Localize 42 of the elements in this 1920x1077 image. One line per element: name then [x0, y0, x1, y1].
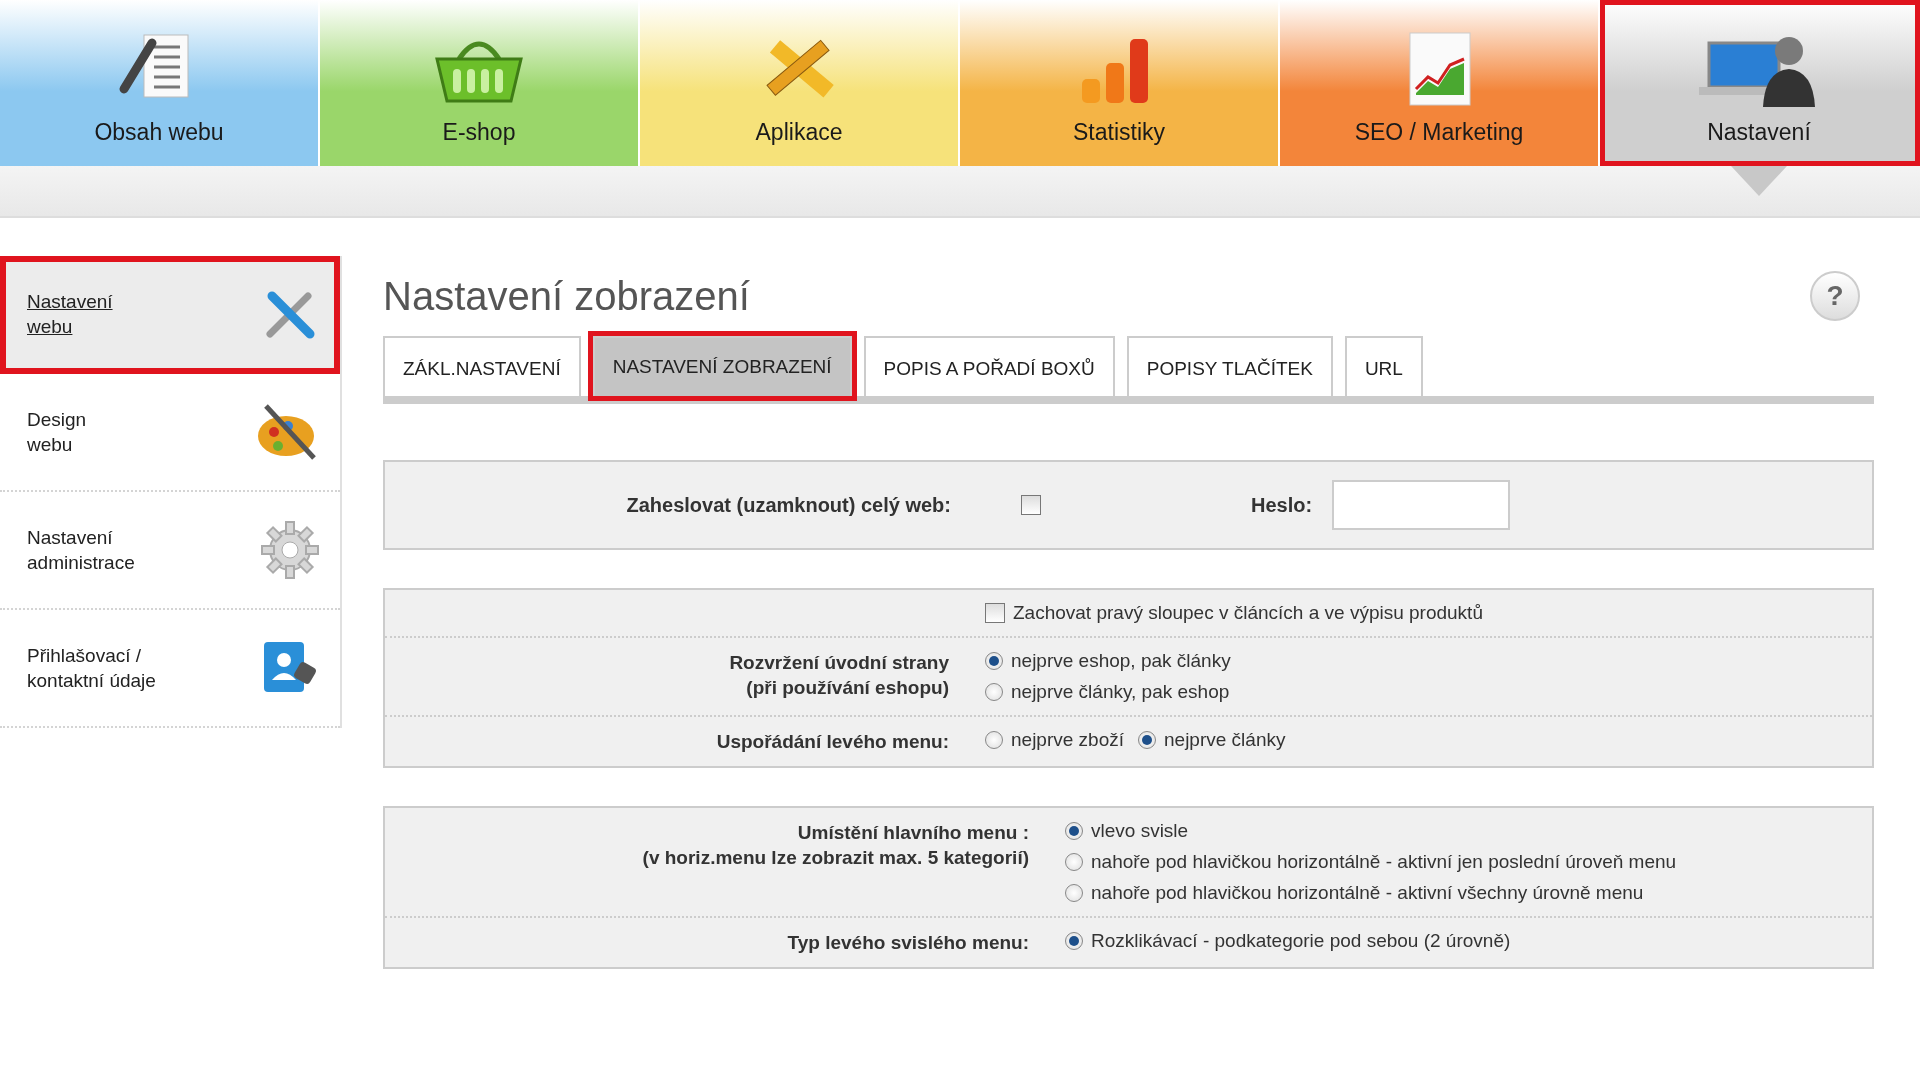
page-title: Nastavení zobrazení	[383, 273, 750, 319]
field-label: Rozvržení úvodní strany (při používání eshopu)	[728, 651, 950, 700]
radio-label: nahoře pod hlavičkou horizontálně - aktivní všechny úrovně menu	[1091, 882, 1644, 904]
nav-tile[interactable]: Aplikace	[640, 0, 960, 166]
radio-button[interactable]	[1065, 884, 1083, 902]
radio-label: vlevo svisle	[1091, 820, 1189, 842]
checkbox-label: Zachovat pravý sloupec v článcích a ve výpisu produktů	[1013, 602, 1483, 624]
radio-button[interactable]	[985, 683, 1003, 701]
help-button[interactable]: ?	[1810, 271, 1860, 321]
nav-tile[interactable]: E-shop	[320, 0, 640, 166]
tab[interactable]: ZÁKL.NASTAVENÍ	[383, 336, 581, 396]
radio-label: nejprve eshop, pak články	[1011, 650, 1231, 672]
nav-tile[interactable]: Obsah webu	[0, 0, 320, 166]
field-label: Umístění hlavního menu : (v horiz.menu lze zobrazit max. 5 kategorií)	[641, 821, 1030, 870]
radio-label: nejprve zboží	[1011, 729, 1124, 751]
tab[interactable]: POPISY TLAČÍTEK	[1126, 336, 1333, 396]
radio-label: nejprve články, pak eshop	[1011, 681, 1230, 703]
sidebar-item[interactable]: Nastavení webu	[0, 256, 340, 374]
password-field[interactable]	[1332, 480, 1511, 530]
password-label: Heslo:	[1251, 493, 1313, 517]
radio-button[interactable]	[1138, 731, 1156, 749]
radio-button[interactable]	[985, 731, 1003, 749]
field-label: Zaheslovat (uzamknout) celý web:	[625, 492, 951, 518]
tab[interactable]: URL	[1344, 336, 1423, 396]
radio-label: nejprve články	[1164, 729, 1286, 751]
sidebar-item[interactable]: Design webu	[0, 374, 340, 492]
field-label: Typ levého svislého menu:	[786, 931, 1030, 955]
field-label: Uspořádání levého menu:	[715, 730, 950, 754]
tab[interactable]: POPIS A POŘADÍ BOXŮ	[863, 336, 1115, 396]
radio-button[interactable]	[1065, 853, 1083, 871]
checkbox[interactable]	[985, 603, 1005, 623]
nav-tile[interactable]: Statistiky	[960, 0, 1280, 166]
radio-label: nahoře pod hlavičkou horizontálně - aktivní jen poslední úroveň menu	[1091, 851, 1677, 873]
nav-tile[interactable]: SEO / Marketing	[1280, 0, 1600, 166]
sidebar-item[interactable]: Přihlašovací / kontaktní údaje	[0, 610, 340, 728]
radio-button[interactable]	[1065, 822, 1083, 840]
gear-icon	[260, 520, 320, 580]
sidebar-item[interactable]: Nastavení administrace	[0, 492, 340, 610]
radio-button[interactable]	[1065, 932, 1083, 950]
radio-label: Rozklikávací - podkategorie pod sebou (2 úrovně)	[1091, 930, 1511, 952]
radio-button[interactable]	[985, 652, 1003, 670]
checkbox[interactable]	[1021, 495, 1041, 515]
